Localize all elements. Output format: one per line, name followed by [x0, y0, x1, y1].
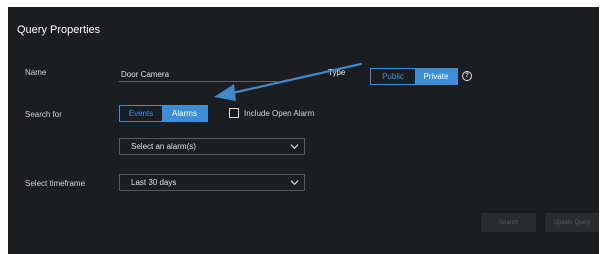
annotation-arrow-icon: [214, 62, 363, 101]
